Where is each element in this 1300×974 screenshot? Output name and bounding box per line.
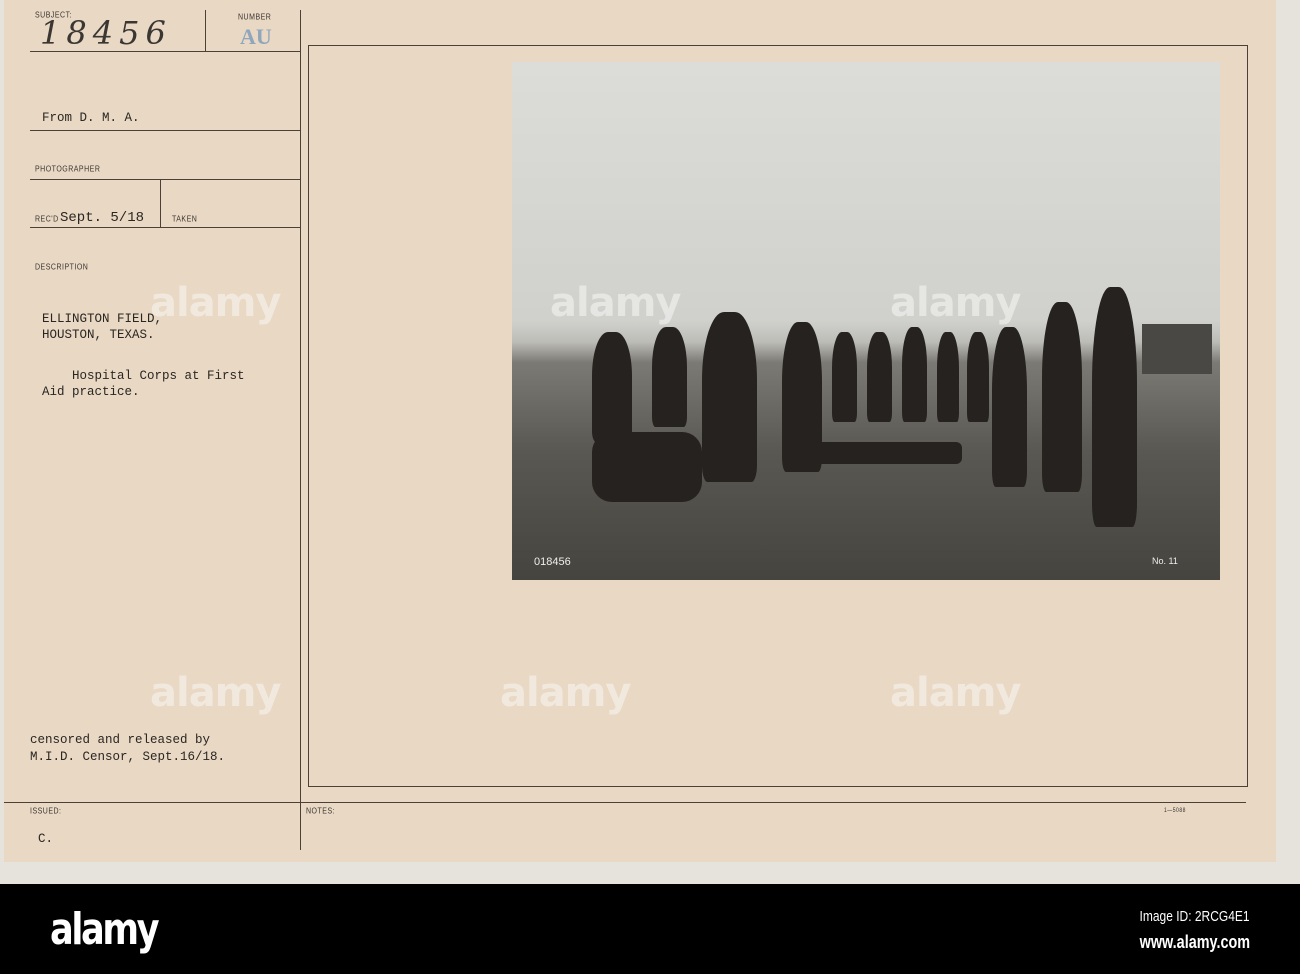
description-line: Hospital Corps at First [42, 369, 245, 383]
watermark: alamy [150, 280, 281, 326]
watermark: alamy [500, 670, 631, 716]
subject-number: 18456 [40, 14, 172, 52]
taken-label: TAKEN [172, 215, 198, 224]
censor-line: censored and released by [30, 733, 211, 747]
watermark: alamy [550, 280, 681, 326]
issued-value: C. [38, 832, 54, 846]
issued-label: ISSUED: [30, 807, 62, 816]
alamy-url[interactable]: www.alamy.com [1140, 932, 1250, 953]
description-label: DESCRIPTION [35, 263, 89, 272]
watermark: alamy [890, 280, 1021, 326]
negative-number: 018456 [534, 556, 571, 568]
watermark: alamy [150, 670, 281, 716]
recd-value: Sept. 5/18 [60, 210, 145, 226]
censor-line: M.I.D. Censor, Sept.16/18. [30, 750, 226, 764]
photographer-label: PHOTOGRAPHER [35, 165, 101, 174]
number-stamp: AU [240, 24, 272, 49]
alamy-logo: alamy [50, 904, 160, 955]
image-id: Image ID: 2RCG4E1 [1139, 908, 1250, 925]
number-label: NUMBER [238, 13, 272, 22]
from-text: From D. M. A. [42, 111, 140, 125]
form-code: 1—5088 [1164, 807, 1186, 815]
recd-label: REC'D [35, 215, 59, 224]
watermark: alamy [890, 670, 1021, 716]
description-line: Aid practice. [42, 385, 140, 399]
notes-label: NOTES: [306, 807, 336, 816]
plate-label: No. 11 [1152, 556, 1178, 566]
censor-note: censored and released by M.I.D. Censor, … [30, 732, 225, 766]
stock-banner: alamy Image ID: 2RCG4E1 www.alamy.com [0, 884, 1300, 974]
description-line: HOUSTON, TEXAS. [42, 328, 155, 342]
